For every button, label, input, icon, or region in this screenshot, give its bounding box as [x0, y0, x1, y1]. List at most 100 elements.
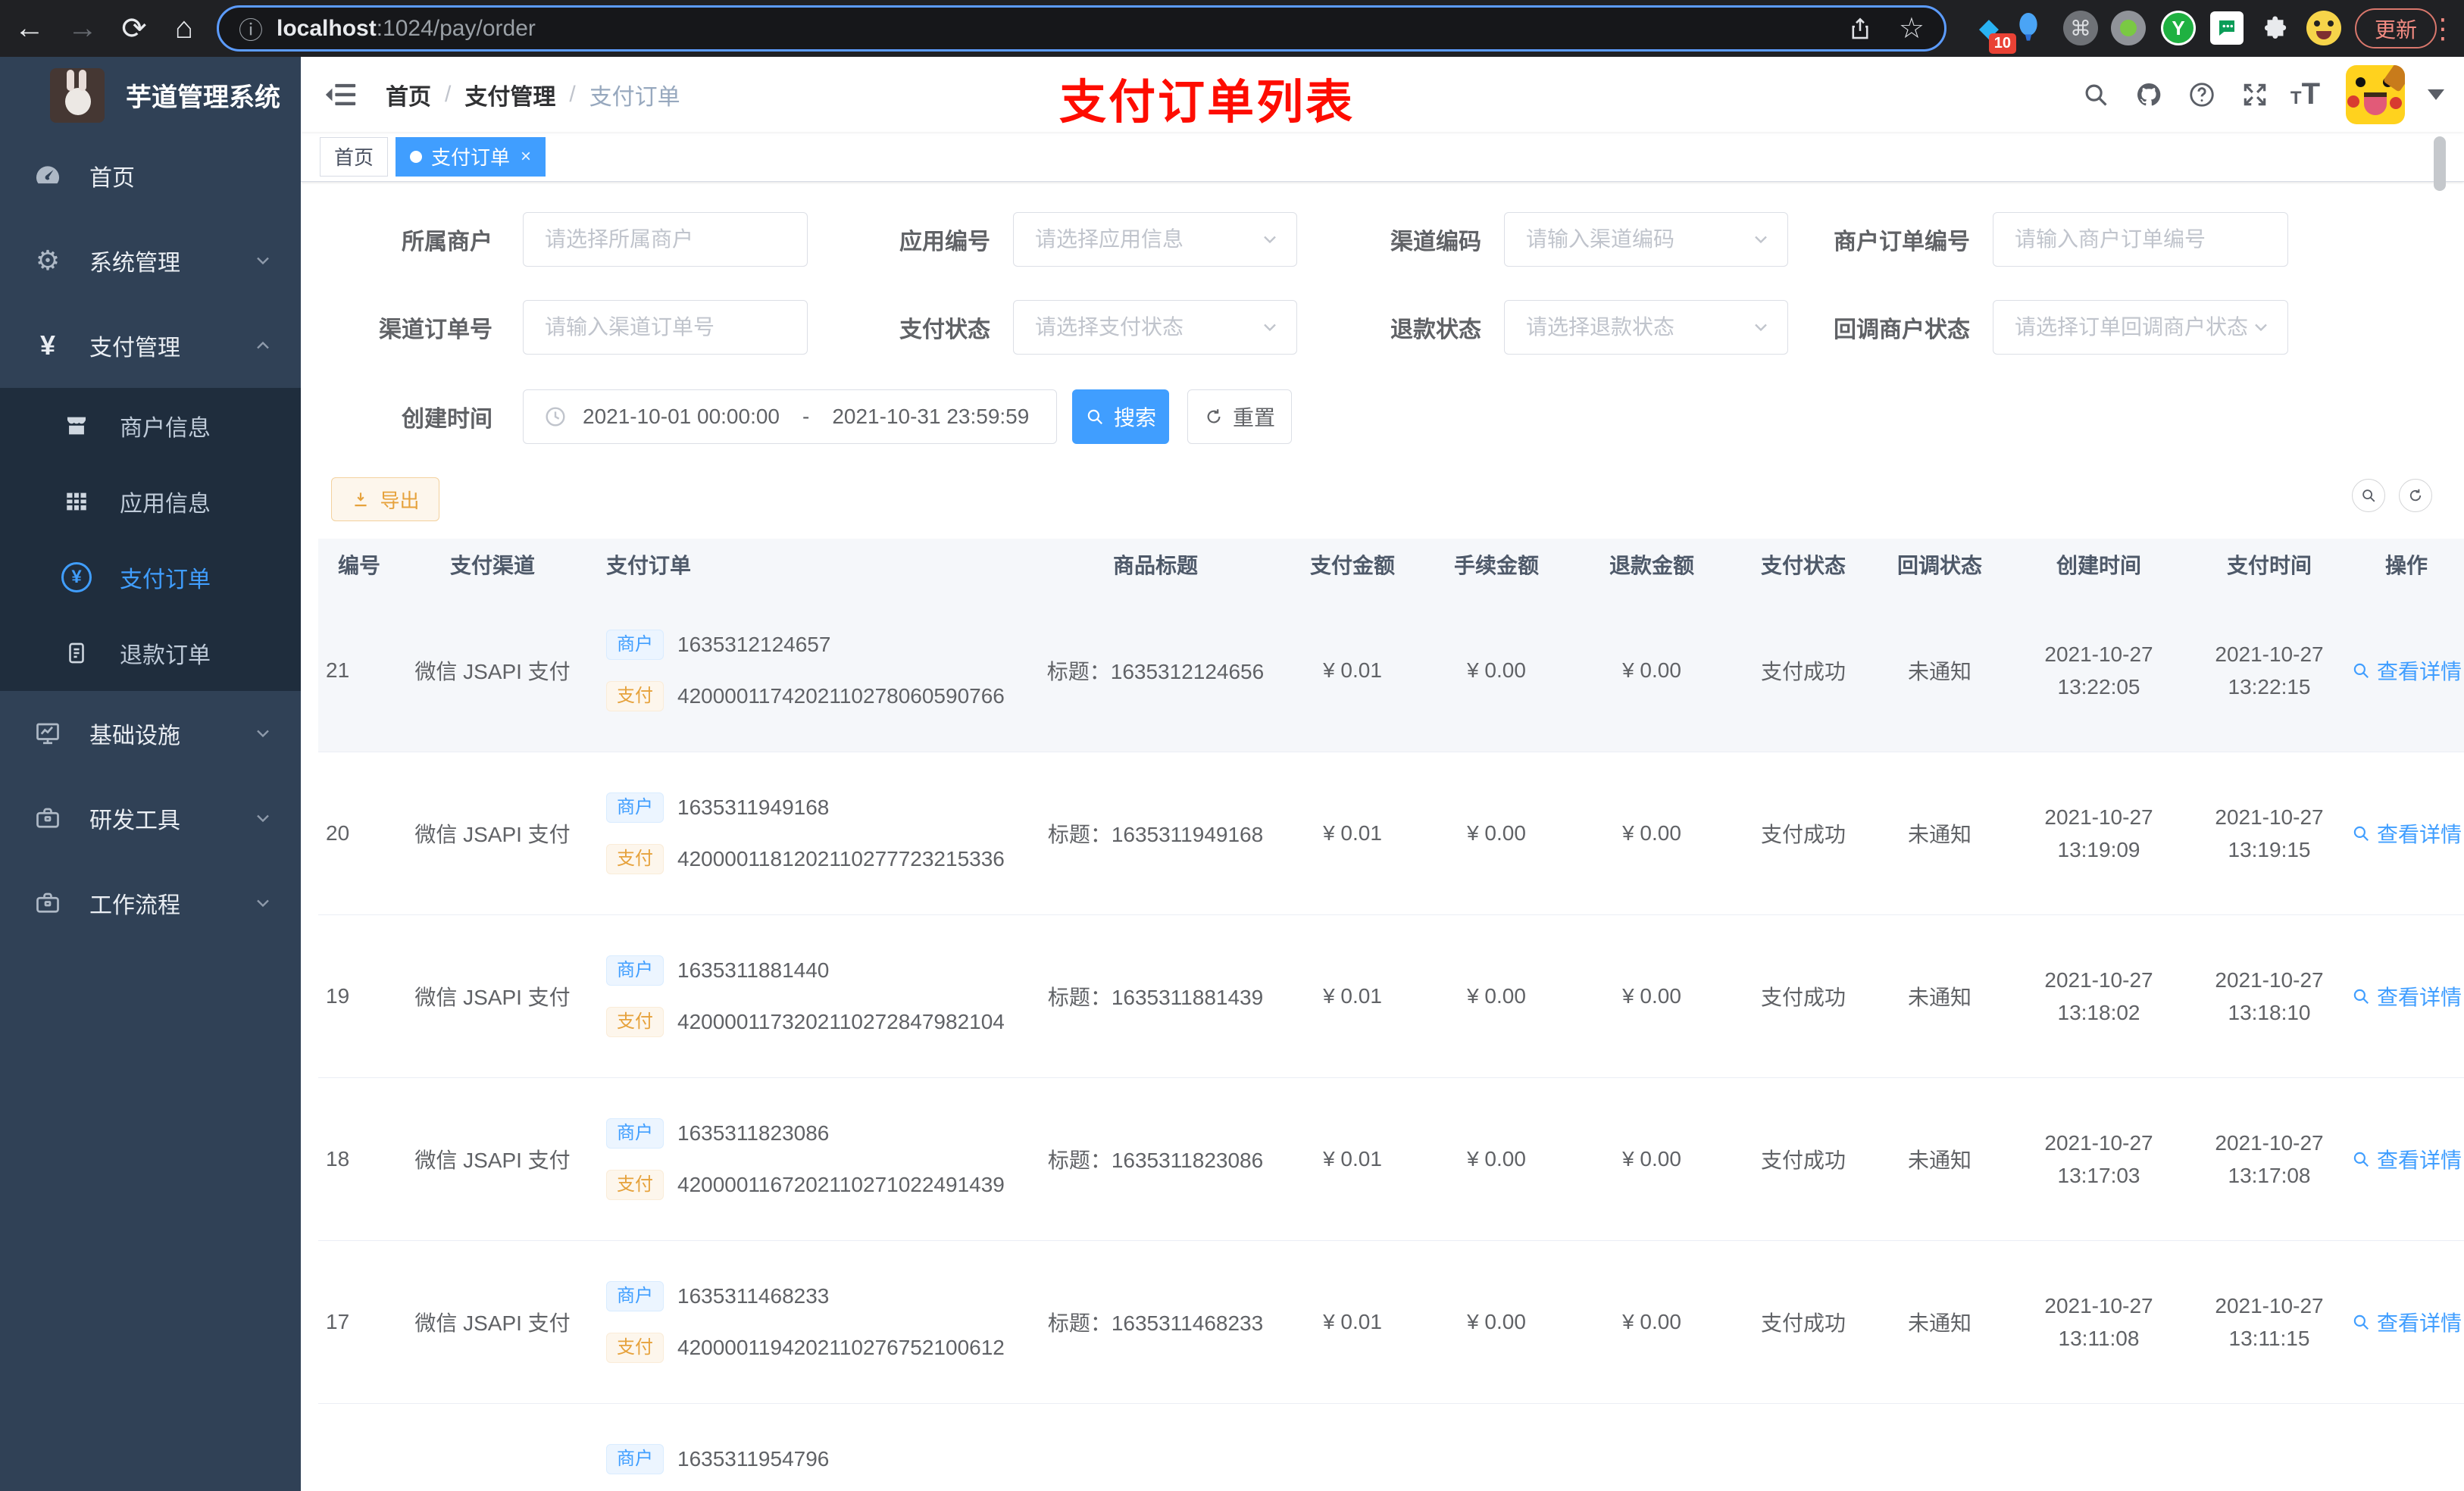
product-title-cell: 标题：1635311949168	[1047, 823, 1264, 846]
fullscreen-icon[interactable]	[2237, 77, 2272, 112]
channel-pay-no: 4200001167202110271022491439	[677, 1173, 1005, 1196]
view-detail-link[interactable]: 查看详情	[2351, 655, 2462, 686]
pay-channel-cell: 微信 JSAPI 支付	[414, 660, 571, 683]
order-id-cell: 18	[326, 1147, 350, 1171]
date-end: 2021-10-31 23:59:59	[832, 405, 1030, 428]
merchant-select[interactable]	[523, 212, 808, 267]
fee-amount-cell: ¥ 0.00	[1467, 1310, 1526, 1333]
sidebar-item-label: 支付管理	[89, 336, 180, 361]
pay-order-cell: 商户 1635311881440 支付 42000011732021102728…	[591, 915, 1030, 1077]
reset-button[interactable]: 重置	[1187, 389, 1292, 444]
merchant-order-no: 1635312124657	[677, 633, 831, 656]
extensions-puzzle-icon[interactable]	[2257, 10, 2294, 46]
sidebar-item-home[interactable]: 首页	[0, 133, 301, 218]
channel-pay-no: 4200001174202110278060590766	[677, 684, 1005, 708]
font-size-icon[interactable]: TT	[2290, 77, 2320, 111]
extension-diamond-icon[interactable]: ◆ 10	[1971, 10, 2016, 54]
app-select[interactable]	[1013, 212, 1297, 267]
pay-tag: 支付	[606, 680, 664, 712]
browser-back-button[interactable]: ←	[6, 0, 53, 57]
breadcrumb-home[interactable]: 首页	[386, 78, 431, 111]
table-row[interactable]: 20 微信 JSAPI 支付 商户 1635311949168 支付 42000…	[318, 752, 2464, 915]
view-detail-link[interactable]: 查看详情	[2351, 981, 2462, 1011]
view-detail-link[interactable]: 查看详情	[2351, 818, 2462, 849]
pay-tag: 支付	[606, 1332, 664, 1364]
sidebar-item-system[interactable]: ⚙ 系统管理	[0, 218, 301, 303]
pay-time-cell: 2021-10-27 13:22:15	[2215, 642, 2324, 699]
pay-amount-cell	[1280, 1404, 1424, 1491]
merchant-order-no-input[interactable]	[1993, 212, 2288, 267]
pay-tag: 支付	[606, 843, 664, 875]
site-info-icon[interactable]: ⓘ	[239, 11, 263, 46]
extension-balloon-icon[interactable]	[2010, 10, 2047, 46]
profile-emoji-icon[interactable]	[2306, 10, 2342, 46]
fee-amount-cell: ¥ 0.00	[1467, 658, 1526, 682]
browser-forward-button[interactable]: →	[59, 0, 106, 57]
date-range-picker[interactable]: 2021-10-01 00:00:00 - 2021-10-31 23:59:5…	[523, 389, 1057, 444]
address-bar[interactable]: ⓘ localhost :1024/pay/order ☆	[217, 5, 1946, 52]
browser-menu-icon[interactable]: ⋮	[2429, 0, 2456, 57]
table-row[interactable]: 19 微信 JSAPI 支付 商户 1635311881440 支付 42000…	[318, 915, 2464, 1078]
search-button[interactable]: 搜索	[1072, 389, 1169, 444]
breadcrumb: 首页 / 支付管理 / 支付订单	[386, 78, 680, 111]
sidebar-item-workflow[interactable]: 工作流程	[0, 861, 301, 946]
refresh-icon	[1207, 409, 1221, 424]
notify-status-cell	[1871, 1404, 2008, 1491]
extension-command-icon[interactable]: ⌘	[2062, 10, 2099, 46]
search-icon[interactable]	[2078, 77, 2113, 112]
refresh-table-button[interactable]	[2399, 479, 2432, 512]
order-id-cell: 17	[326, 1310, 350, 1333]
browser-home-button[interactable]: ⌂	[161, 0, 208, 57]
view-detail-link[interactable]: 查看详情	[2351, 1307, 2462, 1337]
help-icon[interactable]	[2184, 77, 2219, 112]
screen: ← → ⟳ ⌂ ⓘ localhost :1024/pay/order ☆ ◆ …	[0, 0, 2464, 1491]
table-row[interactable]: 18 微信 JSAPI 支付 商户 1635311823086 支付 42000…	[318, 1078, 2464, 1241]
tab-pay-order[interactable]: 支付订单 ×	[396, 136, 546, 177]
sidebar-item-pay-order[interactable]: ¥ 支付订单	[0, 539, 301, 615]
sidebar-item-app-info[interactable]: 应用信息	[0, 464, 301, 539]
close-icon[interactable]: ×	[521, 146, 531, 167]
order-id-cell	[318, 1404, 394, 1491]
pay-amount-cell: ¥ 0.01	[1323, 984, 1382, 1008]
table-row[interactable]: 17 微信 JSAPI 支付 商户 1635311468233 支付 42000…	[318, 1241, 2464, 1404]
channel-order-no-input[interactable]	[523, 300, 808, 355]
filter-label-merchant-order-no: 商户订单编号	[1834, 230, 1970, 255]
order-id-cell: 20	[326, 821, 350, 845]
browser-reload-button[interactable]: ⟳	[111, 0, 158, 57]
view-detail-link[interactable]: 查看详情	[2351, 1144, 2462, 1174]
app-logo[interactable]: 芋道管理系统	[0, 57, 301, 133]
sidebar-item-refund-order[interactable]: 退款订单	[0, 615, 301, 691]
sidebar-item-merchant-info[interactable]: 商户信息	[0, 388, 301, 464]
extension-chat-icon[interactable]	[2209, 10, 2245, 46]
fee-amount-cell	[1424, 1404, 1568, 1491]
share-icon[interactable]	[1847, 16, 1873, 42]
table-row[interactable]: 21 微信 JSAPI 支付 商户 1635312124657 支付 42000…	[318, 589, 2464, 752]
export-button[interactable]: 导出	[331, 477, 439, 521]
tab-home[interactable]: 首页	[320, 136, 389, 177]
product-title-cell: 标题：1635311468233	[1047, 1311, 1264, 1335]
pay-status-cell: 支付成功	[1760, 1149, 1846, 1172]
extension-record-icon[interactable]	[2110, 10, 2147, 46]
sidebar-item-payment[interactable]: ¥ 支付管理	[0, 303, 301, 388]
monitor-chart-icon	[30, 720, 65, 747]
page-scrollbar[interactable]	[2434, 136, 2446, 191]
magnifier-icon	[2353, 989, 2369, 1004]
sidebar-item-label: 退款订单	[120, 643, 211, 668]
extension-y-icon[interactable]: Y	[2160, 10, 2197, 46]
avatar-caret-icon[interactable]	[2428, 89, 2444, 100]
sidebar-collapse-icon[interactable]	[324, 77, 358, 112]
pay-status-cell: 支付成功	[1760, 986, 1846, 1009]
breadcrumb-pay-manage[interactable]: 支付管理	[464, 78, 555, 111]
github-icon[interactable]	[2131, 77, 2166, 112]
sidebar-item-infrastructure[interactable]: 基础设施	[0, 691, 301, 776]
avatar[interactable]	[2346, 64, 2405, 124]
sidebar-item-dev-tools[interactable]: 研发工具	[0, 776, 301, 861]
filter-label-channel-order-no: 渠道订单号	[379, 317, 492, 342]
notify-status-select[interactable]	[1993, 300, 2288, 355]
pay-status-select[interactable]	[1013, 300, 1297, 355]
bookmark-star-icon[interactable]: ☆	[1899, 11, 1925, 45]
table-row[interactable]: 商户 1635311954796 支付 查看详情	[318, 1404, 2464, 1491]
browser-update-button[interactable]: 更新	[2355, 8, 2437, 48]
toggle-search-button[interactable]	[2352, 479, 2385, 512]
product-title-cell: 标题：1635311823086	[1047, 1149, 1264, 1172]
